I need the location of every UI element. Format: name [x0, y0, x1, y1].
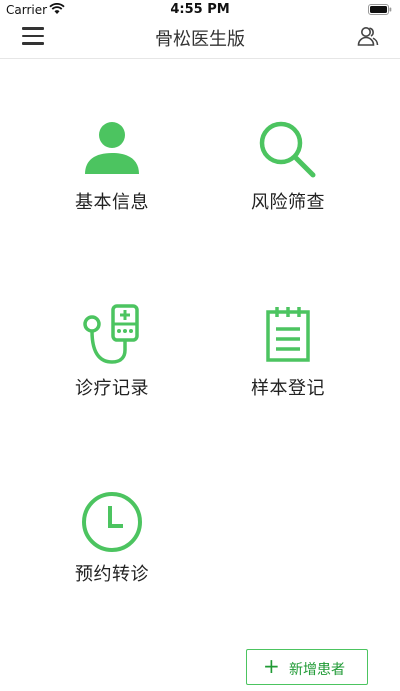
feature-label: 样本登记 — [251, 378, 325, 399]
feature-label: 预约转诊 — [75, 564, 149, 585]
notepad-icon — [266, 307, 310, 362]
feature-appointment-referral[interactable]: 预约转诊 — [42, 490, 182, 600]
feature-label: 风险筛查 — [251, 192, 325, 213]
person-icon — [85, 122, 139, 174]
page-title: 骨松医生版 — [155, 29, 245, 50]
feature-risk-screening[interactable]: 风险筛查 — [218, 118, 358, 228]
status-bar: Carrier 4:55 PM — [0, 0, 400, 20]
feature-treatment-records[interactable]: 诊疗记录 — [42, 304, 182, 414]
feature-label: 基本信息 — [75, 192, 149, 213]
plus-icon: + — [263, 654, 280, 678]
stethoscope-icon — [83, 304, 139, 364]
add-patient-button[interactable]: + 新增患者 — [246, 649, 368, 685]
feature-basic-info[interactable]: 基本信息 — [42, 118, 182, 228]
nav-bar: 骨松医生版 — [0, 20, 400, 59]
app-screen: Carrier 4:55 PM 骨松医生版 基本信息 风险筛查 诊疗记录 样本登… — [0, 0, 400, 691]
users-icon — [357, 27, 379, 46]
search-icon — [259, 121, 316, 178]
user-profile-button[interactable] — [357, 25, 379, 47]
clock-icon — [82, 492, 142, 552]
feature-sample-registration[interactable]: 样本登记 — [218, 304, 358, 414]
feature-label: 诊疗记录 — [75, 378, 149, 399]
battery-icon — [368, 4, 392, 15]
status-time: 4:55 PM — [170, 2, 230, 17]
add-patient-label: 新增患者 — [289, 662, 345, 678]
